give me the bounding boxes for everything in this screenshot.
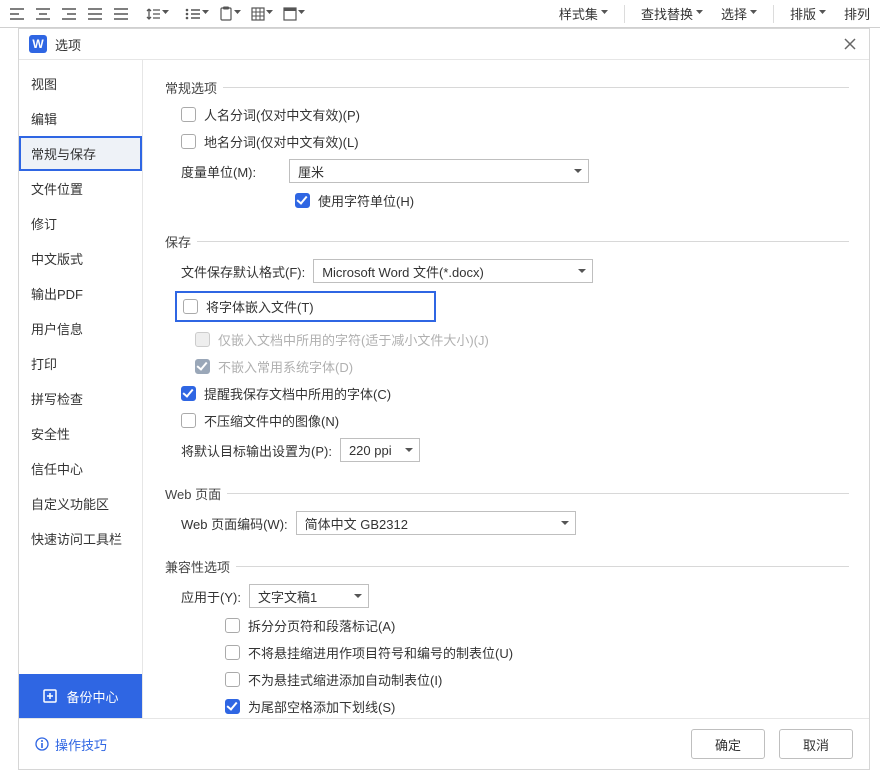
menu-arrange-1[interactable]: 排版 xyxy=(786,4,830,23)
nav-spellcheck[interactable]: 拼写检查 xyxy=(19,381,142,416)
line-spacing-icon[interactable] xyxy=(142,5,172,23)
info-icon xyxy=(35,737,49,751)
label-trailing-underline: 为尾部空格添加下划线(S) xyxy=(248,697,395,716)
dialog-title: 选项 xyxy=(55,35,833,54)
align-left-icon[interactable] xyxy=(6,5,28,23)
menu-arrange-2[interactable]: 排列 xyxy=(840,4,874,23)
label-no-hanging-bullet: 不将悬挂缩进用作项目符号和编号的制表位(U) xyxy=(248,643,513,662)
cancel-button[interactable]: 取消 xyxy=(779,729,853,759)
nav-file-location[interactable]: 文件位置 xyxy=(19,171,142,206)
nav-general-save[interactable]: 常规与保存 xyxy=(19,136,142,171)
align-justify-icon[interactable] xyxy=(84,5,106,23)
nav-edit[interactable]: 编辑 xyxy=(19,101,142,136)
checkbox-trailing-underline[interactable] xyxy=(225,699,240,714)
label-no-compress-img: 不压缩文件中的图像(N) xyxy=(204,411,339,430)
menu-select[interactable]: 选择 xyxy=(717,4,761,23)
select-measure-unit[interactable]: 厘米 xyxy=(289,159,589,183)
label-no-embed-sysfont: 不嵌入常用系统字体(D) xyxy=(218,357,353,376)
nav-print[interactable]: 打印 xyxy=(19,346,142,381)
checkbox-no-embed-sysfont xyxy=(195,359,210,374)
legend-general: 常规选项 xyxy=(165,78,223,97)
checkbox-place-seg[interactable] xyxy=(181,134,196,149)
checkbox-warn-font[interactable] xyxy=(181,386,196,401)
select-web-encoding[interactable]: 简体中文 GB2312 xyxy=(296,511,576,535)
align-right-icon[interactable] xyxy=(58,5,80,23)
backup-center-button[interactable]: 备份中心 xyxy=(19,674,142,718)
label-split-pagebreak: 拆分分页符和段落标记(A) xyxy=(248,616,395,635)
checkbox-split-pagebreak[interactable] xyxy=(225,618,240,633)
app-toolbar: 样式集 查找替换 选择 排版 排列 xyxy=(0,0,880,28)
checkbox-name-seg[interactable] xyxy=(181,107,196,122)
close-button[interactable] xyxy=(841,35,859,53)
dialog-footer: 操作技巧 确定 取消 xyxy=(19,718,869,769)
header-footer-icon[interactable] xyxy=(280,5,308,23)
ok-button[interactable]: 确定 xyxy=(691,729,765,759)
checkbox-char-unit[interactable] xyxy=(295,193,310,208)
table-icon[interactable] xyxy=(248,5,276,23)
align-center-icon[interactable] xyxy=(32,5,54,23)
nav-revision[interactable]: 修订 xyxy=(19,206,142,241)
checkbox-embed-font[interactable] xyxy=(183,299,198,314)
app-icon: W xyxy=(29,35,47,53)
nav-trust-center[interactable]: 信任中心 xyxy=(19,451,142,486)
label-char-unit: 使用字符单位(H) xyxy=(318,191,414,210)
label-measure-unit: 度量单位(M): xyxy=(181,162,281,181)
options-dialog: W 选项 视图 编辑 常规与保存 文件位置 修订 中文版式 输出PDF 用户信息… xyxy=(18,28,870,770)
menu-find-replace[interactable]: 查找替换 xyxy=(637,4,707,23)
label-place-seg: 地名分词(仅对中文有效)(L) xyxy=(204,132,359,151)
legend-save: 保存 xyxy=(165,232,197,251)
nav-cjk-layout[interactable]: 中文版式 xyxy=(19,241,142,276)
label-name-seg: 人名分词(仅对中文有效)(P) xyxy=(204,105,360,124)
dialog-titlebar: W 选项 xyxy=(19,29,869,59)
nav-export-pdf[interactable]: 输出PDF xyxy=(19,276,142,311)
label-embed-font: 将字体嵌入文件(T) xyxy=(206,297,314,316)
label-no-hanging-autotab: 不为悬挂式缩进添加自动制表位(I) xyxy=(248,670,442,689)
label-apply-to: 应用于(Y): xyxy=(181,587,241,606)
section-general: 常规选项 人名分词(仅对中文有效)(P) 地名分词(仅对中文有效)(L) 度量单… xyxy=(167,78,849,218)
section-compat: 兼容性选项 应用于(Y): 文字文稿1 拆分分页符和段落标记(A) 不将悬挂缩进… xyxy=(167,557,849,718)
highlight-embed-font: 将字体嵌入文件(T) xyxy=(175,291,436,322)
nav-customize-ribbon[interactable]: 自定义功能区 xyxy=(19,486,142,521)
options-content: 常规选项 人名分词(仅对中文有效)(P) 地名分词(仅对中文有效)(L) 度量单… xyxy=(143,60,869,718)
paste-icon[interactable] xyxy=(216,4,244,24)
select-default-format[interactable]: Microsoft Word 文件(*.docx) xyxy=(313,259,593,283)
checkbox-no-hanging-bullet[interactable] xyxy=(225,645,240,660)
select-apply-to[interactable]: 文字文稿1 xyxy=(249,584,369,608)
nav-view[interactable]: 视图 xyxy=(19,66,142,101)
checkbox-no-hanging-autotab[interactable] xyxy=(225,672,240,687)
select-default-ppi[interactable]: 220 ppi xyxy=(340,438,420,462)
checkbox-embed-used-chars xyxy=(195,332,210,347)
label-default-ppi: 将默认目标输出设置为(P): xyxy=(181,441,332,460)
section-save: 保存 文件保存默认格式(F): Microsoft Word 文件(*.docx… xyxy=(167,232,849,470)
nav-security[interactable]: 安全性 xyxy=(19,416,142,451)
nav-user-info[interactable]: 用户信息 xyxy=(19,311,142,346)
legend-compat: 兼容性选项 xyxy=(165,557,236,576)
legend-web: Web 页面 xyxy=(165,484,227,503)
label-web-encoding: Web 页面编码(W): xyxy=(181,514,288,533)
tips-link[interactable]: 操作技巧 xyxy=(35,735,107,754)
align-distribute-icon[interactable] xyxy=(110,5,132,23)
label-embed-used-chars: 仅嵌入文档中所用的字符(适于减小文件大小)(J) xyxy=(218,330,489,349)
label-default-format: 文件保存默认格式(F): xyxy=(181,262,305,281)
section-web: Web 页面 Web 页面编码(W): 简体中文 GB2312 xyxy=(167,484,849,543)
menu-styleset[interactable]: 样式集 xyxy=(555,4,612,23)
label-warn-font: 提醒我保存文档中所用的字体(C) xyxy=(204,384,391,403)
options-sidebar: 视图 编辑 常规与保存 文件位置 修订 中文版式 输出PDF 用户信息 打印 拼… xyxy=(19,60,143,718)
bullet-list-icon[interactable] xyxy=(182,5,212,23)
nav-quick-access[interactable]: 快速访问工具栏 xyxy=(19,521,142,556)
checkbox-no-compress-img[interactable] xyxy=(181,413,196,428)
